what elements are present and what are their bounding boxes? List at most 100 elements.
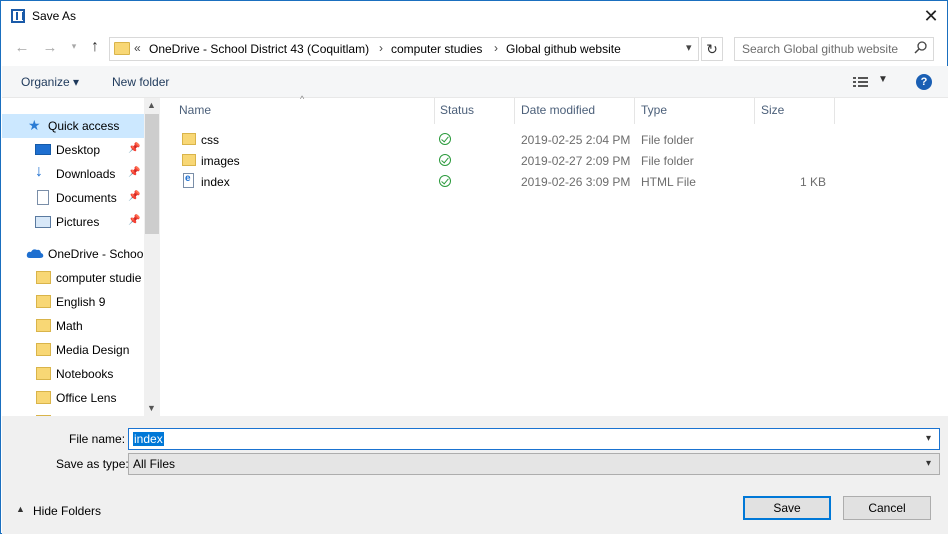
scroll-up-arrow-icon[interactable]: ▲ [147,100,156,110]
sidebar-item-english-9[interactable]: English 9 [2,290,144,314]
file-date: 2019-02-26 3:09 PM [521,175,631,189]
address-bar[interactable]: « OneDrive - School District 43 (Coquitl… [109,37,699,61]
recent-locations-chevron-icon[interactable]: ▾ [65,41,83,52]
folder-icon [182,154,196,166]
column-header-status[interactable]: Status [440,103,474,117]
sidebar-item-label: Quick access [48,119,120,133]
sidebar-item-office-lens[interactable]: Office Lens [2,386,144,410]
column-divider[interactable] [634,98,635,124]
back-arrow-icon[interactable]: ← [13,39,31,56]
breadcrumb-separator-icon[interactable]: › [494,41,498,55]
html-file-icon [183,173,194,188]
help-icon[interactable]: ? [916,74,932,90]
sidebar-item-media-design[interactable]: Media Design [2,338,144,362]
chevron-down-icon[interactable]: ▾ [686,41,692,54]
organize-menu-button[interactable]: Organize ▾ [21,75,79,89]
window-title: Save As [32,9,77,23]
sidebar-item-label: computer studie [56,271,142,285]
desktop-icon [35,144,51,155]
chevron-up-icon[interactable]: ▲ [16,504,25,514]
column-divider[interactable] [434,98,435,124]
sidebar-item-label: Math [56,319,83,333]
file-type: HTML File [641,175,696,189]
close-button[interactable]: ✕ [919,4,943,28]
sidebar-item-documents[interactable]: Documents 📌 [2,186,144,210]
title-bar: Save As ✕ [1,1,947,31]
sync-ok-icon [439,133,451,145]
hide-folders-button[interactable]: Hide Folders [33,504,101,518]
file-size: 1 KB [799,175,826,189]
column-divider[interactable] [834,98,835,124]
breadcrumb-separator-icon[interactable]: › [379,41,383,55]
sidebar-item-computer-studies[interactable]: computer studie [2,266,144,290]
sidebar-item-quick-access[interactable]: ★ Quick access [2,114,144,138]
save-as-type-value: All Files [133,457,176,471]
column-divider[interactable] [514,98,515,124]
column-header-name[interactable]: Name [179,103,211,117]
app-icon [11,9,25,23]
file-list: ^ Name Status Date modified Type Size cs… [160,94,948,416]
file-type: File folder [641,133,694,147]
column-divider[interactable] [754,98,755,124]
new-folder-button[interactable]: New folder [112,75,169,89]
refresh-icon[interactable]: ↻ [701,37,723,61]
command-bar: Organize ▾ New folder ▼ ? [2,66,948,98]
download-arrow-icon: ↓ [35,163,43,180]
overflow-chevron-icon[interactable]: « [134,41,141,55]
sidebar-item-label: OneDrive - Schoo [48,247,144,261]
column-header-date-modified[interactable]: Date modified [521,103,595,117]
file-row[interactable]: css 2019-02-25 2:04 PM File folder [178,129,838,150]
view-dropdown-chevron-icon[interactable]: ▼ [878,74,888,85]
breadcrumb-computer-studies[interactable]: computer studies [391,42,482,56]
file-name-value[interactable]: index [133,432,164,446]
sidebar-item-desktop[interactable]: Desktop 📌 [2,138,144,162]
folder-icon [36,343,51,356]
forward-arrow-icon[interactable]: → [41,39,59,56]
file-date: 2019-02-27 2:09 PM [521,154,631,168]
save-as-type-select[interactable]: All Files ▾ [128,453,940,475]
sidebar-item-downloads[interactable]: ↓ Downloads 📌 [2,162,144,186]
sidebar-item-label: Media Design [56,343,130,357]
file-date: 2019-02-25 2:04 PM [521,133,631,147]
cancel-button[interactable]: Cancel [843,496,931,520]
sync-ok-icon [439,154,451,166]
folder-icon [36,295,51,308]
sidebar-item-onedrive[interactable]: OneDrive - Schoo [2,242,144,266]
file-name-field[interactable]: index ▾ [128,428,940,450]
sidebar-item-pictures[interactable]: Pictures 📌 [2,210,144,234]
save-button[interactable]: Save [743,496,831,520]
pin-icon[interactable]: 📌 [128,215,140,226]
search-input[interactable]: Search Global github website [734,37,934,61]
breadcrumb-global-github-website[interactable]: Global github website [506,42,621,56]
folder-icon [36,367,51,380]
scroll-down-arrow-icon[interactable]: ▼ [147,403,156,413]
chevron-down-icon[interactable]: ▾ [926,458,931,469]
scrollbar-thumb[interactable] [145,114,159,234]
pin-icon[interactable]: 📌 [128,191,140,202]
breadcrumb-onedrive[interactable]: OneDrive - School District 43 (Coquitlam… [149,42,369,56]
sidebar-item-label: Notebooks [56,367,114,381]
file-name: index [201,175,230,189]
folder-icon [36,391,51,404]
chevron-down-icon[interactable]: ▾ [926,433,931,444]
column-header-size[interactable]: Size [761,103,784,117]
sidebar-item-notebooks[interactable]: Notebooks [2,362,144,386]
pin-icon[interactable]: 📌 [128,143,140,154]
save-as-type-label: Save as type: [56,457,129,471]
folder-icon [36,319,51,332]
sidebar-item-label: Desktop [56,143,101,157]
navigation-pane: ★ Quick access Desktop 📌 ↓ Downloads 📌 D… [2,98,160,416]
star-icon: ★ [28,117,41,133]
file-name: css [201,133,219,147]
sidebar-item-math[interactable]: Math [2,314,144,338]
column-header-type[interactable]: Type [641,103,667,117]
pin-icon[interactable]: 📌 [128,167,140,178]
file-row[interactable]: index 2019-02-26 3:09 PM HTML File 1 KB [178,171,838,192]
sidebar-item-label: Documents [56,191,117,205]
file-row[interactable]: images 2019-02-27 2:09 PM File folder [178,150,838,171]
file-name-label: File name: [69,432,126,446]
cloud-icon [26,249,44,258]
up-arrow-icon[interactable]: ↑ [86,38,104,56]
view-options-icon[interactable] [852,75,870,89]
document-icon [37,190,49,205]
